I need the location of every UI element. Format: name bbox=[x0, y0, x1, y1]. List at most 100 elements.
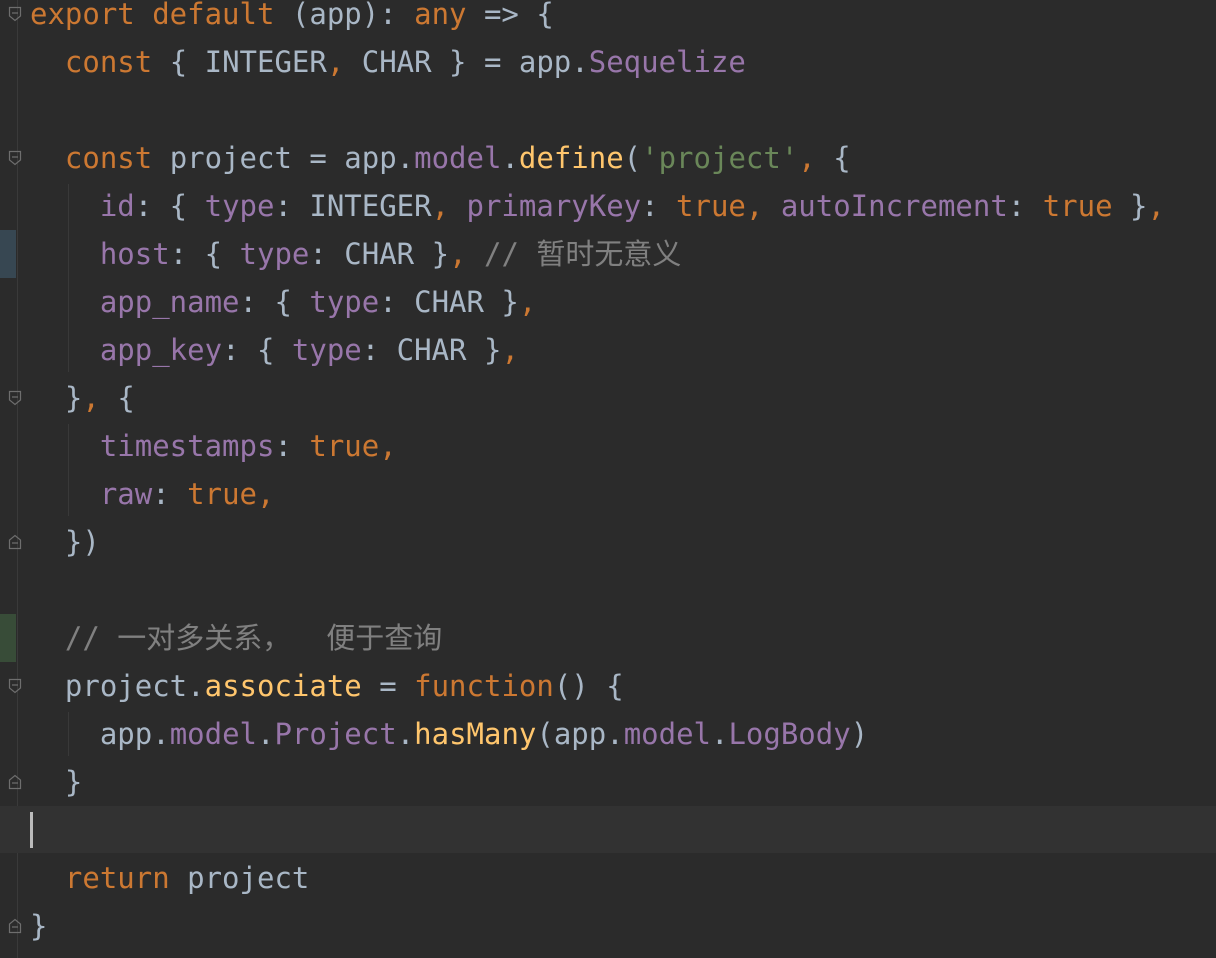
code-token: true bbox=[676, 189, 746, 223]
code-token: type bbox=[239, 237, 310, 271]
code-token: , bbox=[518, 285, 537, 319]
code-line[interactable]: host: { type: CHAR }, // 暂时无意义 bbox=[30, 230, 682, 278]
code-token: : CHAR } bbox=[309, 237, 450, 271]
code-token: () { bbox=[553, 669, 624, 703]
fold-close-icon[interactable] bbox=[8, 534, 22, 550]
added-line-marker[interactable] bbox=[0, 614, 16, 662]
text-caret bbox=[30, 812, 33, 848]
code-line[interactable]: }, { bbox=[30, 374, 135, 422]
code-token: true, bbox=[187, 477, 275, 511]
fold-open-icon[interactable] bbox=[8, 390, 22, 406]
code-line[interactable]: } bbox=[30, 902, 47, 950]
code-token: } bbox=[30, 765, 83, 799]
code-line[interactable]: const project = app.model.define('projec… bbox=[30, 134, 851, 182]
code-line[interactable]: export default (app): any => { bbox=[30, 0, 554, 38]
code-token: project = app. bbox=[169, 141, 415, 175]
code-token: ) bbox=[850, 717, 869, 751]
code-line[interactable]: timestamps: true, bbox=[30, 422, 397, 470]
code-token: 'project' bbox=[641, 141, 799, 175]
code-token: model bbox=[414, 141, 502, 175]
code-token: : INTEGER bbox=[274, 189, 432, 223]
code-line[interactable]: app_key: { type: CHAR }, bbox=[30, 326, 519, 374]
code-token: id bbox=[99, 189, 135, 223]
code-token: } bbox=[1130, 189, 1148, 223]
code-line[interactable]: }) bbox=[30, 518, 100, 566]
code-line[interactable]: project.associate = function() { bbox=[30, 662, 624, 710]
code-token: app_key bbox=[99, 333, 223, 367]
code-token: Sequelize bbox=[588, 45, 746, 79]
code-token: Project bbox=[274, 717, 397, 751]
code-line[interactable]: // 一对多关系， 便于查询 bbox=[30, 614, 442, 662]
code-token: : bbox=[641, 189, 677, 223]
code-token: app_name bbox=[99, 285, 240, 319]
code-token: autoIncrement bbox=[780, 189, 1008, 223]
code-token: : { bbox=[134, 189, 205, 223]
code-token: { bbox=[833, 141, 851, 175]
code-token: , bbox=[798, 141, 834, 175]
modified-line-marker[interactable] bbox=[0, 230, 16, 278]
code-token: : CHAR } bbox=[379, 285, 519, 319]
code-token: . bbox=[257, 717, 275, 751]
code-token: // 一对多关系， 便于查询 bbox=[64, 621, 443, 655]
code-token: : { bbox=[239, 285, 310, 319]
code-token: , bbox=[501, 333, 519, 367]
code-token: any bbox=[414, 0, 484, 31]
code-token: type bbox=[204, 189, 275, 223]
code-line[interactable]: const { INTEGER, CHAR } = app.Sequelize bbox=[30, 38, 746, 86]
code-token: : { bbox=[222, 333, 292, 367]
code-token: function bbox=[414, 669, 554, 703]
code-token: timestamps bbox=[99, 429, 275, 463]
code-token: raw bbox=[99, 477, 153, 511]
code-token: : bbox=[152, 477, 188, 511]
code-token: project bbox=[187, 861, 310, 895]
code-token: : bbox=[274, 429, 310, 463]
code-token: }) bbox=[30, 525, 100, 559]
code-line[interactable]: return project bbox=[30, 854, 309, 902]
code-token: , bbox=[449, 237, 484, 271]
code-token: (app): bbox=[291, 0, 415, 31]
code-token: associate bbox=[204, 669, 380, 703]
code-line[interactable]: id: { type: INTEGER, primaryKey: true, a… bbox=[30, 182, 1165, 230]
code-editor[interactable]: export default (app): any => { const { I… bbox=[0, 0, 1216, 958]
code-token: type bbox=[309, 285, 380, 319]
code-token: host bbox=[99, 237, 170, 271]
code-token: . bbox=[501, 141, 519, 175]
code-line[interactable]: app.model.Project.hasMany(app.model.LogB… bbox=[30, 710, 868, 758]
code-token: { bbox=[117, 381, 135, 415]
code-token: LogBody bbox=[728, 717, 851, 751]
code-line[interactable]: app_name: { type: CHAR }, bbox=[30, 278, 537, 326]
code-token: } bbox=[30, 909, 48, 943]
code-token: model bbox=[169, 717, 257, 751]
code-token: true bbox=[1042, 189, 1131, 223]
code-token: : CHAR } bbox=[361, 333, 502, 367]
fold-open-icon[interactable] bbox=[8, 6, 22, 22]
current-line-highlight bbox=[0, 806, 1216, 853]
code-token: define bbox=[518, 141, 624, 175]
code-token: => { bbox=[483, 0, 554, 31]
code-token: : bbox=[1007, 189, 1043, 223]
code-token: return bbox=[64, 861, 188, 895]
code-token: true, bbox=[309, 429, 397, 463]
fold-open-icon[interactable] bbox=[8, 150, 22, 166]
code-line[interactable]: } bbox=[30, 758, 82, 806]
code-token: = bbox=[379, 669, 415, 703]
code-token: , bbox=[431, 189, 467, 223]
code-token: { INTEGER bbox=[169, 45, 327, 79]
code-token: CHAR } = app. bbox=[361, 45, 589, 79]
fold-open-icon[interactable] bbox=[8, 678, 22, 694]
code-line[interactable]: raw: true, bbox=[30, 470, 275, 518]
code-token: , bbox=[745, 189, 781, 223]
fold-close-icon[interactable] bbox=[8, 774, 22, 790]
code-token: project. bbox=[30, 669, 205, 703]
code-token: . bbox=[711, 717, 729, 751]
fold-close-icon[interactable] bbox=[8, 918, 22, 934]
